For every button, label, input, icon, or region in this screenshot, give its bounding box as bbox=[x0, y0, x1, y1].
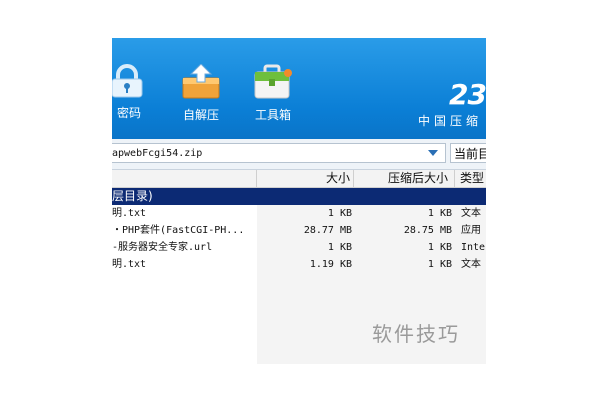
self-extract-label: 自解压 bbox=[182, 108, 219, 122]
toolbox-button[interactable]: 工具箱 bbox=[252, 64, 294, 134]
self-extract-button[interactable]: 自解压 bbox=[178, 64, 224, 134]
brand-logo: 23 中国压缩 bbox=[396, 78, 486, 138]
current-directory-button[interactable]: 当前目 bbox=[450, 143, 486, 163]
parent-directory-label: 层目录) bbox=[112, 189, 153, 203]
column-separator bbox=[256, 170, 257, 187]
toolbox-label: 工具箱 bbox=[254, 108, 291, 122]
file-name: -服务器安全专家.url bbox=[112, 242, 213, 253]
file-compressed-size: 1 KB bbox=[427, 242, 452, 253]
column-header-type[interactable]: 类型 bbox=[460, 170, 486, 187]
column-separator bbox=[353, 170, 354, 187]
toolbox-icon bbox=[254, 64, 292, 99]
brand-number: 23 bbox=[449, 78, 486, 111]
path-dropdown-button[interactable] bbox=[422, 143, 444, 163]
file-size: 1.19 KB bbox=[309, 259, 352, 270]
watermark: 软件技巧 bbox=[372, 322, 460, 346]
file-list-header: 大小 压缩后大小 类型 bbox=[112, 170, 486, 188]
file-name: ・PHP套件(FastCGI-PH... bbox=[112, 225, 245, 236]
file-name: 明.txt bbox=[112, 259, 147, 270]
column-separator bbox=[454, 170, 455, 187]
file-type: 文本 bbox=[461, 208, 481, 219]
archive-path-input[interactable]: apwebFcgi54.zip bbox=[112, 143, 446, 163]
file-type: Inte bbox=[461, 242, 486, 253]
address-bar: apwebFcgi54.zip 当前目 bbox=[112, 139, 486, 170]
archive-window: 密码 自解压 工具箱 23 中国压缩 apwebFcgi54.zip 当前 大小… bbox=[112, 38, 486, 364]
file-row[interactable]: 明.txt 1 KB 1 KB 文本 bbox=[112, 205, 486, 222]
toolbar: 密码 自解压 工具箱 23 中国压缩 bbox=[112, 38, 486, 139]
file-compressed-size: 1 KB bbox=[427, 208, 452, 219]
brand-slogan: 中国压缩 bbox=[417, 114, 482, 128]
file-size: 28.77 MB bbox=[303, 225, 352, 236]
lock-icon bbox=[112, 64, 143, 98]
file-compressed-size: 28.75 MB bbox=[403, 225, 452, 236]
file-row[interactable]: -服务器安全专家.url 1 KB 1 KB Inte bbox=[112, 239, 486, 256]
file-size: 1 KB bbox=[327, 242, 352, 253]
file-row[interactable]: ・PHP套件(FastCGI-PH... 28.77 MB 28.75 MB 应… bbox=[112, 222, 486, 239]
file-row[interactable]: 明.txt 1.19 KB 1 KB 文本 bbox=[112, 256, 486, 273]
file-type: 文本 bbox=[461, 259, 481, 270]
column-header-compressed-size[interactable]: 压缩后大小 bbox=[388, 170, 452, 187]
parent-directory-row[interactable]: 层目录) bbox=[112, 188, 486, 205]
chevron-down-icon bbox=[428, 150, 438, 156]
file-compressed-size: 1 KB bbox=[427, 259, 452, 270]
self-extract-icon bbox=[182, 64, 220, 99]
file-size: 1 KB bbox=[327, 208, 352, 219]
password-label: 密码 bbox=[116, 106, 141, 120]
file-type: 应用 bbox=[461, 225, 481, 236]
column-header-size[interactable]: 大小 bbox=[326, 170, 352, 187]
password-button[interactable]: 密码 bbox=[112, 64, 146, 134]
file-name: 明.txt bbox=[112, 208, 147, 219]
